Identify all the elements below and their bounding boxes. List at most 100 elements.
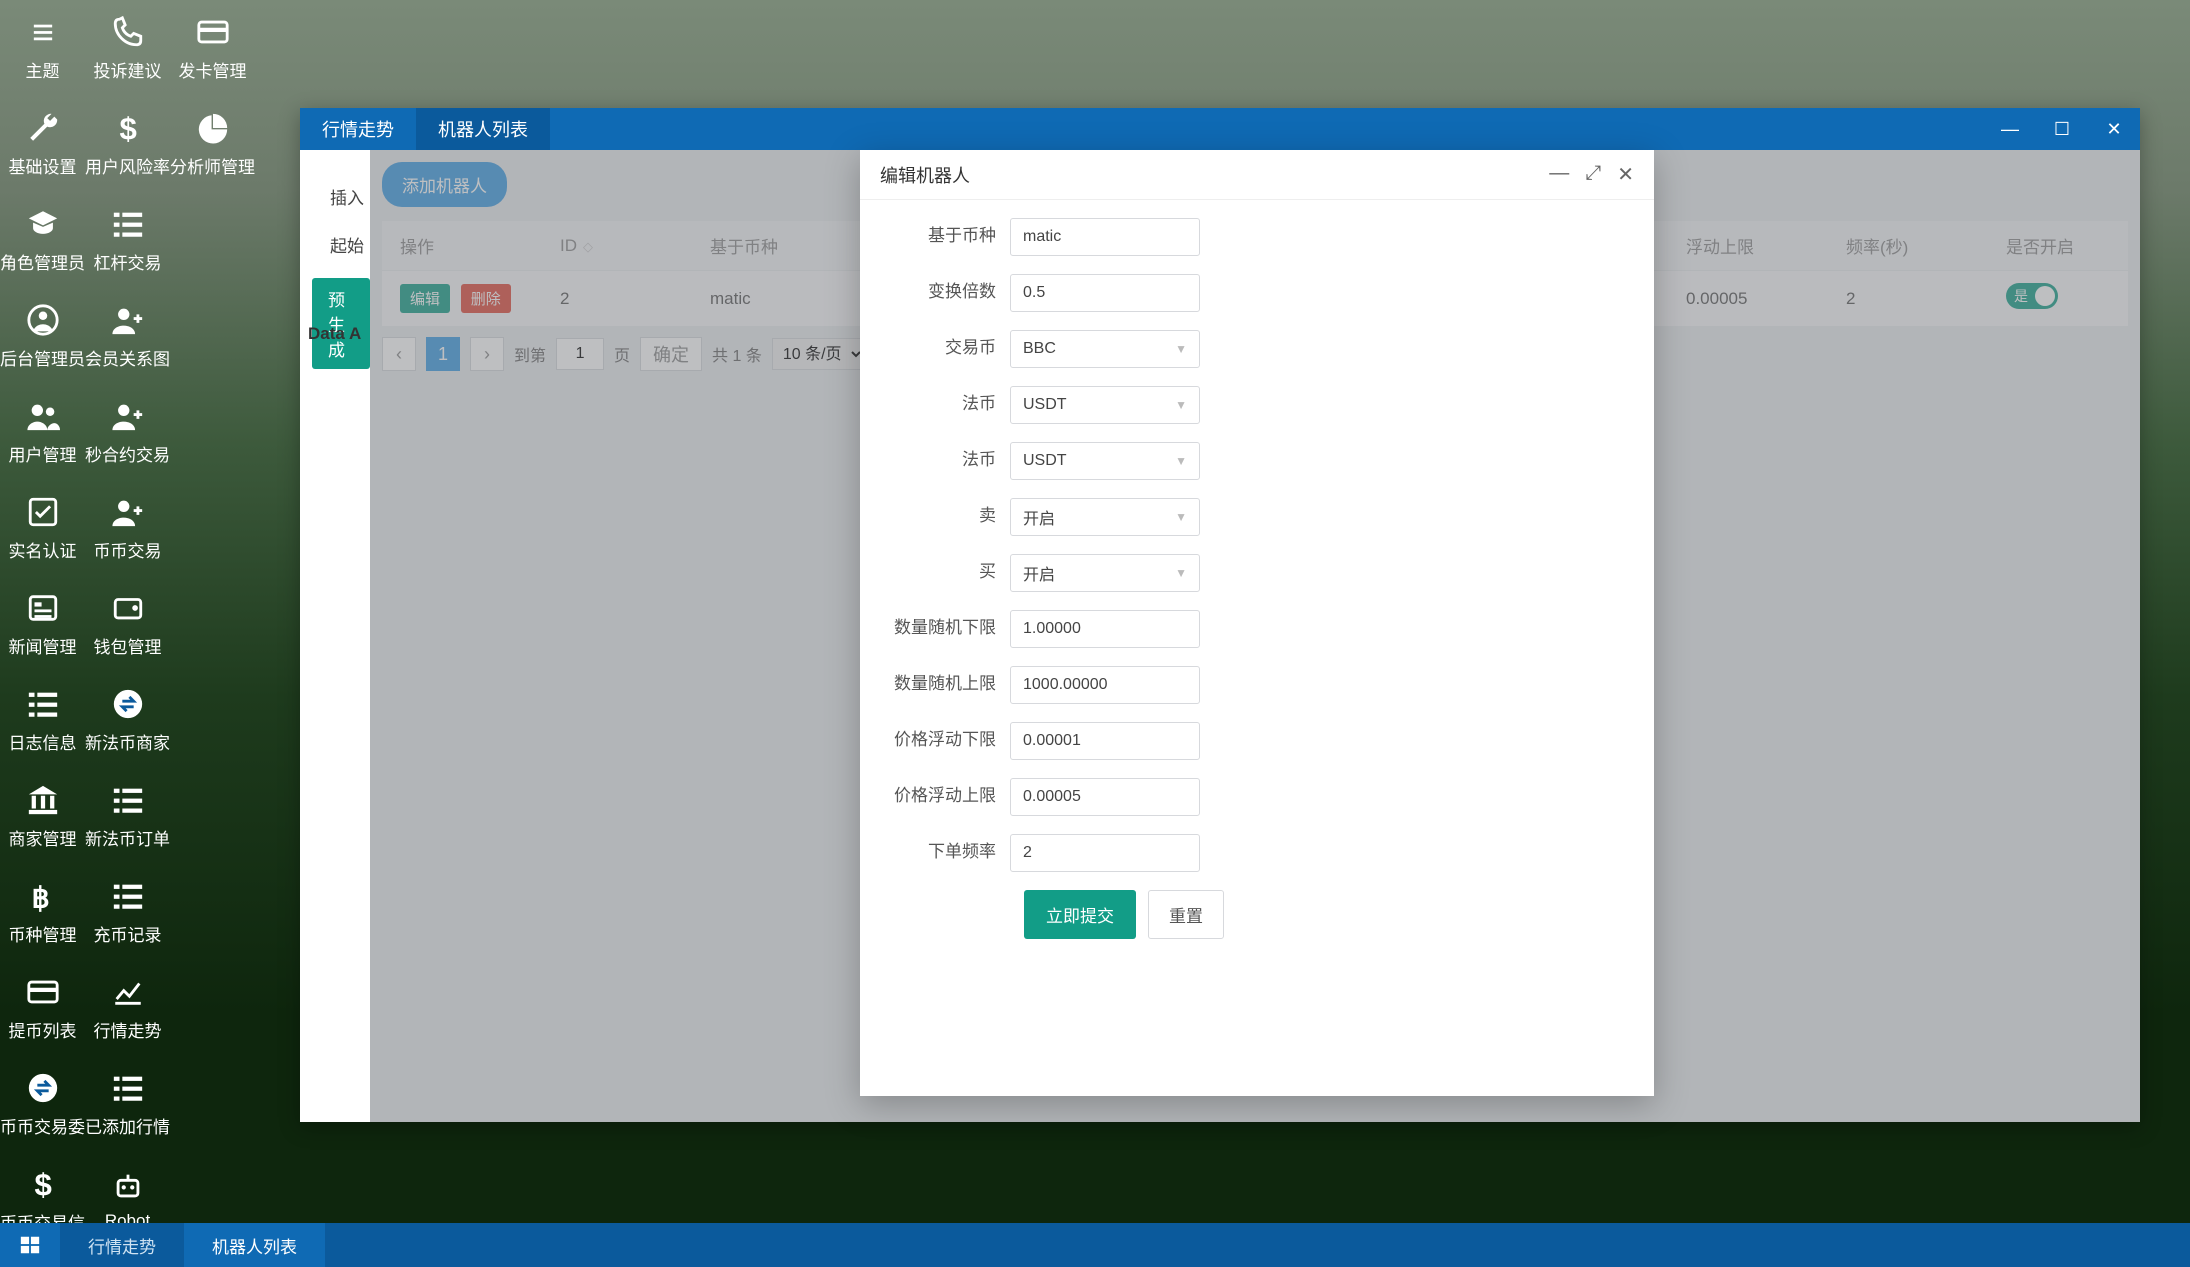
card-icon — [196, 15, 230, 49]
desktop-item-用户风险率[interactable]: $ 用户风险率 — [85, 96, 170, 192]
dollar-icon: $ — [26, 1167, 60, 1201]
desktop-item-发卡管理[interactable]: 发卡管理 — [170, 0, 255, 96]
price_low-input[interactable] — [1010, 722, 1200, 760]
order_freq-label: 下单频率 — [890, 834, 1010, 870]
desktop-item-label: 新法币订单 — [85, 825, 170, 850]
btc-icon: ฿ — [26, 879, 60, 913]
fiat2-select[interactable]: USDT▼ — [1010, 442, 1200, 480]
form-row-multiplier: 变换倍数 — [890, 274, 1624, 312]
window-tab-robot-list[interactable]: 机器人列表 — [416, 108, 550, 150]
edit-robot-modal: 编辑机器人 — ⤢ ✕ 基于币种变换倍数交易币BBC▼法币USDT▼法币USDT… — [860, 150, 1654, 1096]
chevron-down-icon: ▼ — [1175, 510, 1187, 524]
desktop-item-币种管理[interactable]: ฿ 币种管理 — [0, 864, 85, 960]
swap-icon — [111, 687, 145, 721]
chevron-down-icon: ▼ — [1175, 454, 1187, 468]
form-row-trade_coin: 交易币BBC▼ — [890, 330, 1624, 368]
window-titlebar: 行情走势 机器人列表 — ☐ ✕ — [300, 108, 2140, 150]
chevron-down-icon: ▼ — [1175, 398, 1187, 412]
submit-button[interactable]: 立即提交 — [1024, 890, 1136, 939]
svg-text:$: $ — [119, 111, 136, 145]
form-row-sell: 卖开启▼ — [890, 498, 1624, 536]
svg-text:$: $ — [34, 1167, 51, 1201]
base_coin-input[interactable] — [1010, 218, 1200, 256]
desktop-item-label: 充币记录 — [94, 921, 162, 946]
desktop-item-label: 基础设置 — [9, 153, 77, 178]
multiplier-input[interactable] — [1010, 274, 1200, 312]
modal-minimize[interactable]: — — [1549, 162, 1569, 187]
gutter-data-label: Data A — [308, 324, 361, 344]
buy-label: 买 — [890, 554, 1010, 590]
desktop-item-商家管理[interactable]: 商家管理 — [0, 768, 85, 864]
taskbar-item-market-trend[interactable]: 行情走势 — [60, 1223, 184, 1267]
user-circle-icon — [26, 303, 60, 337]
swap-icon — [26, 1071, 60, 1105]
user-plus-icon — [111, 303, 145, 337]
taskbar-item-robot-list[interactable]: 机器人列表 — [184, 1223, 325, 1267]
window-close-button[interactable]: ✕ — [2088, 108, 2140, 150]
desktop-item-label: 用户风险率 — [85, 153, 170, 178]
check-square-icon — [26, 495, 60, 529]
desktop-item-主题[interactable]: 主题 — [0, 0, 85, 96]
modal-header: 编辑机器人 — ⤢ ✕ — [860, 150, 1654, 200]
list-icon — [111, 783, 145, 817]
list-icon — [111, 879, 145, 913]
price_high-input[interactable] — [1010, 778, 1200, 816]
desktop-item-分析师管理[interactable]: 分析师管理 — [170, 96, 255, 192]
desktop-item-label: 后台管理员 — [0, 345, 85, 370]
qty_high-input[interactable] — [1010, 666, 1200, 704]
tab-label: 机器人列表 — [438, 116, 528, 142]
trade_coin-label: 交易币 — [890, 330, 1010, 366]
main-panel: 添加机器人 操作 ID◇ 基于币种 变化 浮动上限 频率(秒) 是否开启 — [370, 150, 2140, 1122]
desktop-item-label: 币种管理 — [9, 921, 77, 946]
fiat2-label: 法币 — [890, 442, 1010, 478]
trend-icon — [111, 975, 145, 1009]
desktop-item-label: 日志信息 — [9, 729, 77, 754]
modal-close[interactable]: ✕ — [1617, 162, 1634, 187]
reset-button[interactable]: 重置 — [1148, 890, 1224, 939]
desktop-item-用户管理[interactable]: 用户管理 — [0, 384, 85, 480]
desktop-item-label: 发卡管理 — [179, 57, 247, 82]
desktop-item-充币记录[interactable]: 充币记录 — [85, 864, 170, 960]
user-plus-icon — [111, 399, 145, 433]
tab-label: 行情走势 — [322, 116, 394, 142]
fiat1-label: 法币 — [890, 386, 1010, 422]
desktop-item-角色管理员[interactable]: 角色管理员 — [0, 192, 85, 288]
desktop-item-投诉建议[interactable]: 投诉建议 — [85, 0, 170, 96]
desktop-item-币币交易委[interactable]: 币币交易委 — [0, 1056, 85, 1152]
desktop-item-新闻管理[interactable]: 新闻管理 — [0, 576, 85, 672]
desktop-item-已添加行情[interactable]: 已添加行情 — [85, 1056, 170, 1152]
order_freq-input[interactable] — [1010, 834, 1200, 872]
buy-select[interactable]: 开启▼ — [1010, 554, 1200, 592]
desktop-item-新法币订单[interactable]: 新法币订单 — [85, 768, 170, 864]
modal-fullscreen[interactable]: ⤢ — [1585, 162, 1601, 187]
desktop-item-提币列表[interactable]: 提币列表 — [0, 960, 85, 1056]
window-minimize-button[interactable]: — — [1984, 108, 2036, 150]
desktop-item-币币交易[interactable]: 币币交易 — [85, 480, 170, 576]
fiat1-select[interactable]: USDT▼ — [1010, 386, 1200, 424]
trade_coin-select[interactable]: BBC▼ — [1010, 330, 1200, 368]
pie-icon — [196, 111, 230, 145]
desktop-item-日志信息[interactable]: 日志信息 — [0, 672, 85, 768]
desktop-item-label: 新法币商家 — [85, 729, 170, 754]
desktop-item-基础设置[interactable]: 基础设置 — [0, 96, 85, 192]
desktop-item-实名认证[interactable]: 实名认证 — [0, 480, 85, 576]
desktop-item-会员关系图[interactable]: 会员关系图 — [85, 288, 170, 384]
window-tab-market-trend[interactable]: 行情走势 — [300, 108, 416, 150]
sell-select[interactable]: 开启▼ — [1010, 498, 1200, 536]
dollar-icon: $ — [111, 111, 145, 145]
desktop-item-label: 会员关系图 — [85, 345, 170, 370]
desktop-item-label: 已添加行情 — [85, 1113, 170, 1138]
desktop-item-行情走势[interactable]: 行情走势 — [85, 960, 170, 1056]
desktop-item-杠杆交易[interactable]: 杠杆交易 — [85, 192, 170, 288]
qty_low-input[interactable] — [1010, 610, 1200, 648]
chevron-down-icon: ▼ — [1175, 566, 1187, 580]
desktop-item-后台管理员[interactable]: 后台管理员 — [0, 288, 85, 384]
desktop-item-钱包管理[interactable]: 钱包管理 — [85, 576, 170, 672]
desktop-item-秒合约交易[interactable]: 秒合约交易 — [85, 384, 170, 480]
svg-text:฿: ฿ — [31, 882, 49, 913]
start-button[interactable] — [0, 1223, 60, 1267]
news-icon — [26, 591, 60, 625]
desktop-item-新法币商家[interactable]: 新法币商家 — [85, 672, 170, 768]
user-plus-icon — [111, 495, 145, 529]
window-maximize-button[interactable]: ☐ — [2036, 108, 2088, 150]
